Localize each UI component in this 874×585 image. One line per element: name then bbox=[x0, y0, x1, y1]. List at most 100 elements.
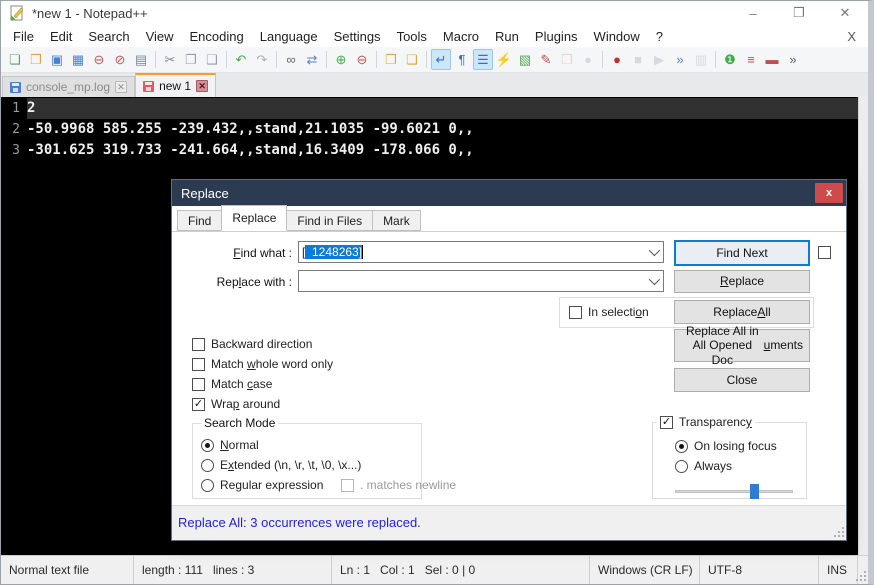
sync-horizontal-button[interactable]: ❏ bbox=[402, 49, 422, 70]
macro-record-button[interactable]: ● bbox=[607, 49, 627, 70]
radio-button[interactable] bbox=[201, 439, 214, 452]
print-button[interactable]: ▤ bbox=[131, 49, 151, 70]
option-backward-direction[interactable]: Backward direction bbox=[192, 337, 333, 351]
replace-dialog-close-button[interactable]: x bbox=[815, 183, 843, 203]
find-next-button[interactable]: Find Next bbox=[674, 240, 810, 266]
menu-settings[interactable]: Settings bbox=[326, 26, 389, 47]
transparency-slider[interactable] bbox=[675, 484, 793, 498]
close-button[interactable]: ⊖ bbox=[89, 49, 109, 70]
menu-view[interactable]: View bbox=[138, 26, 182, 47]
undo-button[interactable]: ↶ bbox=[231, 49, 251, 70]
close-all-button[interactable]: ⊘ bbox=[110, 49, 130, 70]
in-selection-checkbox[interactable] bbox=[569, 306, 582, 319]
menu-edit[interactable]: Edit bbox=[42, 26, 80, 47]
sync-vertical-button[interactable]: ❐ bbox=[381, 49, 401, 70]
cut-button[interactable]: ✂ bbox=[160, 49, 180, 70]
menu-tools[interactable]: Tools bbox=[389, 26, 435, 47]
dialog-tab-find-in-files[interactable]: Find in Files bbox=[286, 210, 373, 231]
in-selection-option[interactable]: In selection bbox=[569, 305, 649, 319]
menu-file[interactable]: File bbox=[5, 26, 42, 47]
close-dialog-button[interactable]: Close bbox=[674, 368, 810, 392]
dialog-tab-mark[interactable]: Mark bbox=[372, 210, 421, 231]
find-button[interactable]: ∞ bbox=[281, 49, 301, 70]
document-tab-console-mp-log[interactable]: console_mp.log✕ bbox=[2, 76, 135, 97]
show-all-characters-button[interactable]: ¶ bbox=[452, 49, 472, 70]
checkbox[interactable] bbox=[192, 378, 205, 391]
option-match-whole-word-only[interactable]: Match whole word only bbox=[192, 357, 333, 371]
menu-macro[interactable]: Macro bbox=[435, 26, 487, 47]
menu-run[interactable]: Run bbox=[487, 26, 527, 47]
copy-button[interactable]: ❐ bbox=[181, 49, 201, 70]
replace-dialog-title-bar[interactable]: Replace x bbox=[172, 180, 846, 206]
search-mode-normal[interactable]: Normal bbox=[201, 438, 361, 452]
search-mode-extended-n-r-t-0-x-[interactable]: Extended (\n, \r, \t, \0, \x...) bbox=[201, 458, 361, 472]
chevron-down-icon[interactable] bbox=[649, 274, 660, 285]
zoom-out-button[interactable]: ⊖ bbox=[352, 49, 372, 70]
user-define-dialog-button[interactable]: ⚡ bbox=[494, 49, 514, 70]
option-match-case[interactable]: Match case bbox=[192, 377, 333, 391]
save-button[interactable]: ▣ bbox=[47, 49, 67, 70]
document-list-button[interactable]: ✎ bbox=[536, 49, 556, 70]
close-button[interactable]: ✕ bbox=[822, 1, 868, 25]
redo-button[interactable]: ↷ bbox=[252, 49, 272, 70]
checkbox[interactable] bbox=[192, 338, 205, 351]
radio-button[interactable] bbox=[675, 460, 688, 473]
find-next-side-checkbox[interactable] bbox=[818, 246, 831, 259]
find-what-combobox[interactable]: [ 1248263] bbox=[298, 241, 664, 263]
checkbox[interactable] bbox=[192, 398, 205, 411]
search-mode-regular-expression[interactable]: Regular expression bbox=[201, 478, 361, 492]
chevron-down-icon[interactable] bbox=[649, 245, 660, 256]
radio-button[interactable] bbox=[201, 459, 214, 472]
menubar-close-icon[interactable]: X bbox=[847, 29, 868, 44]
editor-line-3[interactable]: 3-301.625 319.733 -241.664,,stand,16.340… bbox=[1, 140, 868, 161]
document-map-button[interactable]: ▧ bbox=[515, 49, 535, 70]
transparency-checkbox[interactable] bbox=[660, 416, 673, 429]
editor-line-1[interactable]: 12 bbox=[1, 98, 868, 119]
tab-close-icon[interactable]: ✕ bbox=[115, 81, 127, 93]
transparency-on-losing-focus[interactable]: On losing focus bbox=[675, 439, 777, 453]
replace-all-button[interactable]: Replace All bbox=[674, 300, 810, 324]
menu-plugins[interactable]: Plugins bbox=[527, 26, 586, 47]
menu-encoding[interactable]: Encoding bbox=[182, 26, 252, 47]
macro-run-multiple-button[interactable]: » bbox=[670, 49, 690, 70]
radio-button[interactable] bbox=[201, 479, 214, 492]
monitoring-button[interactable]: ● bbox=[578, 49, 598, 70]
replace-with-combobox[interactable] bbox=[298, 270, 664, 292]
slider-thumb[interactable] bbox=[750, 484, 759, 499]
dialog-resize-grip[interactable] bbox=[834, 527, 844, 537]
macro-play-button[interactable]: ▶ bbox=[649, 49, 669, 70]
menu-search[interactable]: Search bbox=[80, 26, 137, 47]
macro-save-button[interactable]: ▥ bbox=[691, 49, 711, 70]
option-wrap-around[interactable]: Wrap around bbox=[192, 397, 333, 411]
menu-language[interactable]: Language bbox=[252, 26, 326, 47]
replace-all-open-docs-button[interactable]: Replace All in All Opened Documents bbox=[674, 329, 810, 362]
toolbar-overflow-icon[interactable]: » bbox=[783, 49, 803, 70]
word-wrap-button[interactable]: ↵ bbox=[431, 49, 451, 70]
radio-button[interactable] bbox=[675, 440, 688, 453]
maximize-button[interactable]: ❒ bbox=[776, 1, 822, 25]
menu-window[interactable]: Window bbox=[586, 26, 648, 47]
plugin-button-1-icon[interactable]: ❶ bbox=[720, 49, 740, 70]
dialog-tab-replace[interactable]: Replace bbox=[221, 205, 287, 231]
replace-button[interactable]: Replace bbox=[674, 270, 810, 293]
editor-vertical-scrollbar[interactable] bbox=[858, 97, 868, 555]
zoom-in-button[interactable]: ⊕ bbox=[331, 49, 351, 70]
transparency-always[interactable]: Always bbox=[675, 459, 777, 473]
plugin-button-2-icon[interactable]: ≡ bbox=[741, 49, 761, 70]
editor-line-2[interactable]: 2-50.9968 585.255 -239.432,,stand,21.103… bbox=[1, 119, 868, 140]
plugin-button-3-icon[interactable]: ▬ bbox=[762, 49, 782, 70]
tab-close-icon[interactable]: ✕ bbox=[196, 80, 208, 92]
checkbox[interactable] bbox=[192, 358, 205, 371]
macro-stop-button[interactable]: ■ bbox=[628, 49, 648, 70]
minimize-button[interactable]: – bbox=[730, 1, 776, 25]
transparency-option[interactable]: Transparency bbox=[657, 415, 755, 429]
menu--[interactable]: ? bbox=[648, 26, 671, 47]
open-file-button[interactable]: ❒ bbox=[26, 49, 46, 70]
paste-button[interactable]: ❑ bbox=[202, 49, 222, 70]
new-file-button[interactable]: ❏ bbox=[5, 49, 25, 70]
replace-in-files-button[interactable]: ⇄ bbox=[302, 49, 322, 70]
indent-guide-button[interactable]: ☰ bbox=[473, 49, 493, 70]
dialog-tab-find[interactable]: Find bbox=[177, 210, 222, 231]
document-tab-new-1[interactable]: new 1✕ bbox=[135, 73, 216, 97]
folder-as-workspace-button[interactable]: ❒ bbox=[557, 49, 577, 70]
